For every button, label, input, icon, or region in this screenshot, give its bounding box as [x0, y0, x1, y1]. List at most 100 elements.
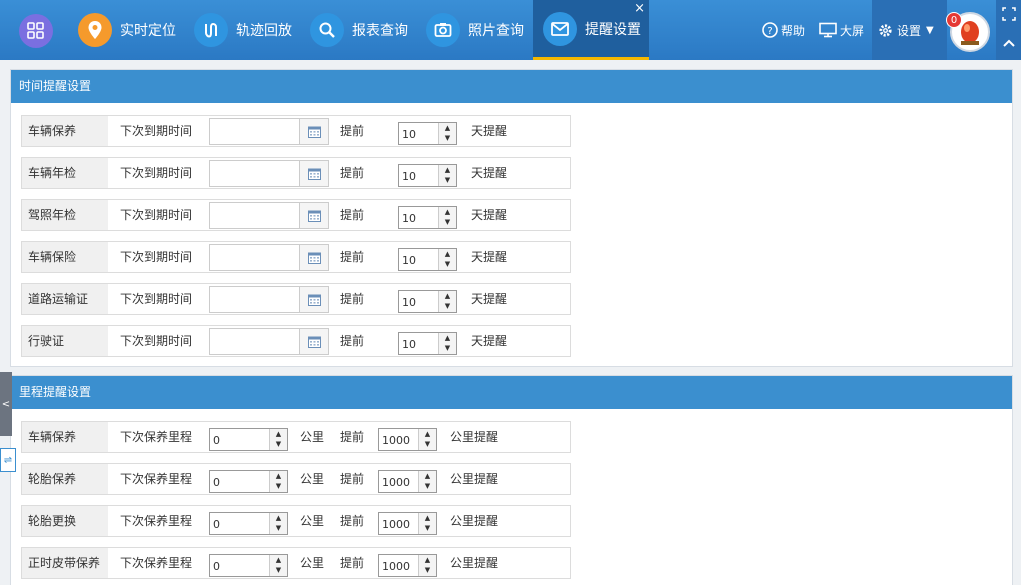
- days-stepper[interactable]: 10 ▲ ▼: [398, 248, 457, 271]
- spin-value: 1000: [382, 476, 410, 489]
- swap-icon: ⇌: [3, 454, 13, 466]
- days-stepper[interactable]: 10 ▲ ▼: [398, 290, 457, 313]
- date-picker-button[interactable]: [299, 245, 328, 270]
- spin-arrows[interactable]: ▲ ▼: [418, 429, 436, 450]
- mileage-stepper[interactable]: 0 ▲ ▼: [209, 512, 288, 535]
- spin-up-icon[interactable]: ▲: [270, 555, 287, 565]
- fullscreen-icon[interactable]: [1002, 7, 1016, 21]
- due-date-input[interactable]: [209, 328, 329, 355]
- right-tool-strip: [996, 0, 1021, 60]
- spin-up-icon[interactable]: ▲: [419, 513, 436, 523]
- spin-down-icon[interactable]: ▼: [439, 343, 456, 353]
- nav-realtime-location[interactable]: 实时定位: [72, 0, 182, 60]
- spin-value: 10: [402, 212, 416, 225]
- row-name: 车辆保养: [22, 116, 108, 146]
- chevron-down-icon: ▼: [926, 24, 934, 36]
- advance-label: 提前: [340, 472, 365, 486]
- due-date-input[interactable]: [209, 202, 329, 229]
- app-menu-button[interactable]: [19, 14, 53, 48]
- spin-up-icon[interactable]: ▲: [419, 429, 436, 439]
- mileage-stepper[interactable]: 0 ▲ ▼: [209, 554, 288, 577]
- panel-title: 时间提醒设置: [11, 70, 1012, 103]
- nav-label: 报表查询: [352, 23, 408, 39]
- spin-up-icon[interactable]: ▲: [439, 123, 456, 133]
- spin-down-icon[interactable]: ▼: [270, 523, 287, 533]
- date-picker-button[interactable]: [299, 203, 328, 228]
- days-stepper[interactable]: 10 ▲ ▼: [398, 332, 457, 355]
- km-remind-label: 公里提醒: [450, 514, 499, 528]
- spin-arrows[interactable]: ▲ ▼: [438, 165, 456, 186]
- date-picker-button[interactable]: [299, 119, 328, 144]
- spin-up-icon[interactable]: ▲: [270, 429, 287, 439]
- row-name: 道路运输证: [22, 284, 108, 314]
- days-stepper[interactable]: 10 ▲ ▼: [398, 206, 457, 229]
- spin-up-icon[interactable]: ▲: [439, 291, 456, 301]
- spin-arrows[interactable]: ▲ ▼: [438, 207, 456, 228]
- spin-down-icon[interactable]: ▼: [439, 259, 456, 269]
- big-screen-button[interactable]: 大屏: [819, 0, 864, 60]
- close-tab-icon[interactable]: ×: [634, 2, 645, 15]
- date-picker-button[interactable]: [299, 287, 328, 312]
- help-button[interactable]: ? 帮助: [762, 0, 805, 60]
- spin-up-icon[interactable]: ▲: [270, 513, 287, 523]
- advance-km-stepper[interactable]: 1000 ▲ ▼: [378, 470, 437, 493]
- spin-up-icon[interactable]: ▲: [439, 165, 456, 175]
- spin-down-icon[interactable]: ▼: [439, 301, 456, 311]
- advance-km-stepper[interactable]: 1000 ▲ ▼: [378, 512, 437, 535]
- days-stepper[interactable]: 10 ▲ ▼: [398, 122, 457, 145]
- spin-arrows[interactable]: ▲ ▼: [269, 429, 287, 450]
- days-stepper[interactable]: 10 ▲ ▼: [398, 164, 457, 187]
- spin-value: 0: [213, 476, 220, 489]
- spin-arrows[interactable]: ▲ ▼: [438, 249, 456, 270]
- spin-up-icon[interactable]: ▲: [419, 555, 436, 565]
- spin-down-icon[interactable]: ▼: [439, 133, 456, 143]
- due-date-input[interactable]: [209, 160, 329, 187]
- row-name: 驾照年检: [22, 200, 108, 230]
- nav-reminder-settings[interactable]: 提醒设置 ×: [533, 0, 649, 60]
- spin-arrows[interactable]: ▲ ▼: [269, 471, 287, 492]
- sidebar-toggle-tab[interactable]: ⇌: [0, 448, 16, 472]
- mileage-stepper[interactable]: 0 ▲ ▼: [209, 428, 288, 451]
- spin-up-icon[interactable]: ▲: [419, 471, 436, 481]
- nav-track-replay[interactable]: 轨迹回放: [188, 0, 300, 60]
- spin-down-icon[interactable]: ▼: [439, 217, 456, 227]
- spin-up-icon[interactable]: ▲: [439, 249, 456, 259]
- spin-down-icon[interactable]: ▼: [439, 175, 456, 185]
- spin-down-icon[interactable]: ▼: [270, 481, 287, 491]
- advance-label: 提前: [340, 430, 365, 444]
- nav-label: 照片查询: [468, 23, 524, 39]
- spin-arrows[interactable]: ▲ ▼: [438, 291, 456, 312]
- advance-km-stepper[interactable]: 1000 ▲ ▼: [378, 554, 437, 577]
- spin-down-icon[interactable]: ▼: [270, 565, 287, 575]
- spin-up-icon[interactable]: ▲: [439, 207, 456, 217]
- due-date-input[interactable]: [209, 118, 329, 145]
- nav-label: 实时定位: [120, 23, 176, 39]
- monitor-icon: [819, 22, 837, 38]
- spin-arrows[interactable]: ▲ ▼: [418, 555, 436, 576]
- spin-arrows[interactable]: ▲ ▼: [269, 513, 287, 534]
- advance-label: 提前: [340, 124, 365, 138]
- spin-arrows[interactable]: ▲ ▼: [418, 471, 436, 492]
- mileage-stepper[interactable]: 0 ▲ ▼: [209, 470, 288, 493]
- date-picker-button[interactable]: [299, 161, 328, 186]
- chevron-up-icon[interactable]: [1003, 38, 1015, 48]
- due-date-input[interactable]: [209, 244, 329, 271]
- due-date-input[interactable]: [209, 286, 329, 313]
- spin-down-icon[interactable]: ▼: [419, 439, 436, 449]
- advance-km-stepper[interactable]: 1000 ▲ ▼: [378, 428, 437, 451]
- spin-up-icon[interactable]: ▲: [439, 333, 456, 343]
- settings-button[interactable]: 设置 ▼: [878, 0, 934, 60]
- spin-up-icon[interactable]: ▲: [270, 471, 287, 481]
- spin-arrows[interactable]: ▲ ▼: [418, 513, 436, 534]
- spin-arrows[interactable]: ▲ ▼: [438, 123, 456, 144]
- spin-arrows[interactable]: ▲ ▼: [438, 333, 456, 354]
- spin-down-icon[interactable]: ▼: [419, 565, 436, 575]
- sidebar-collapse-tab[interactable]: <: [0, 372, 12, 436]
- spin-down-icon[interactable]: ▼: [419, 481, 436, 491]
- spin-down-icon[interactable]: ▼: [419, 523, 436, 533]
- spin-down-icon[interactable]: ▼: [270, 439, 287, 449]
- nav-photo-query[interactable]: 照片查询: [420, 0, 532, 60]
- nav-report-query[interactable]: 报表查询: [304, 0, 416, 60]
- spin-arrows[interactable]: ▲ ▼: [269, 555, 287, 576]
- date-picker-button[interactable]: [299, 329, 328, 354]
